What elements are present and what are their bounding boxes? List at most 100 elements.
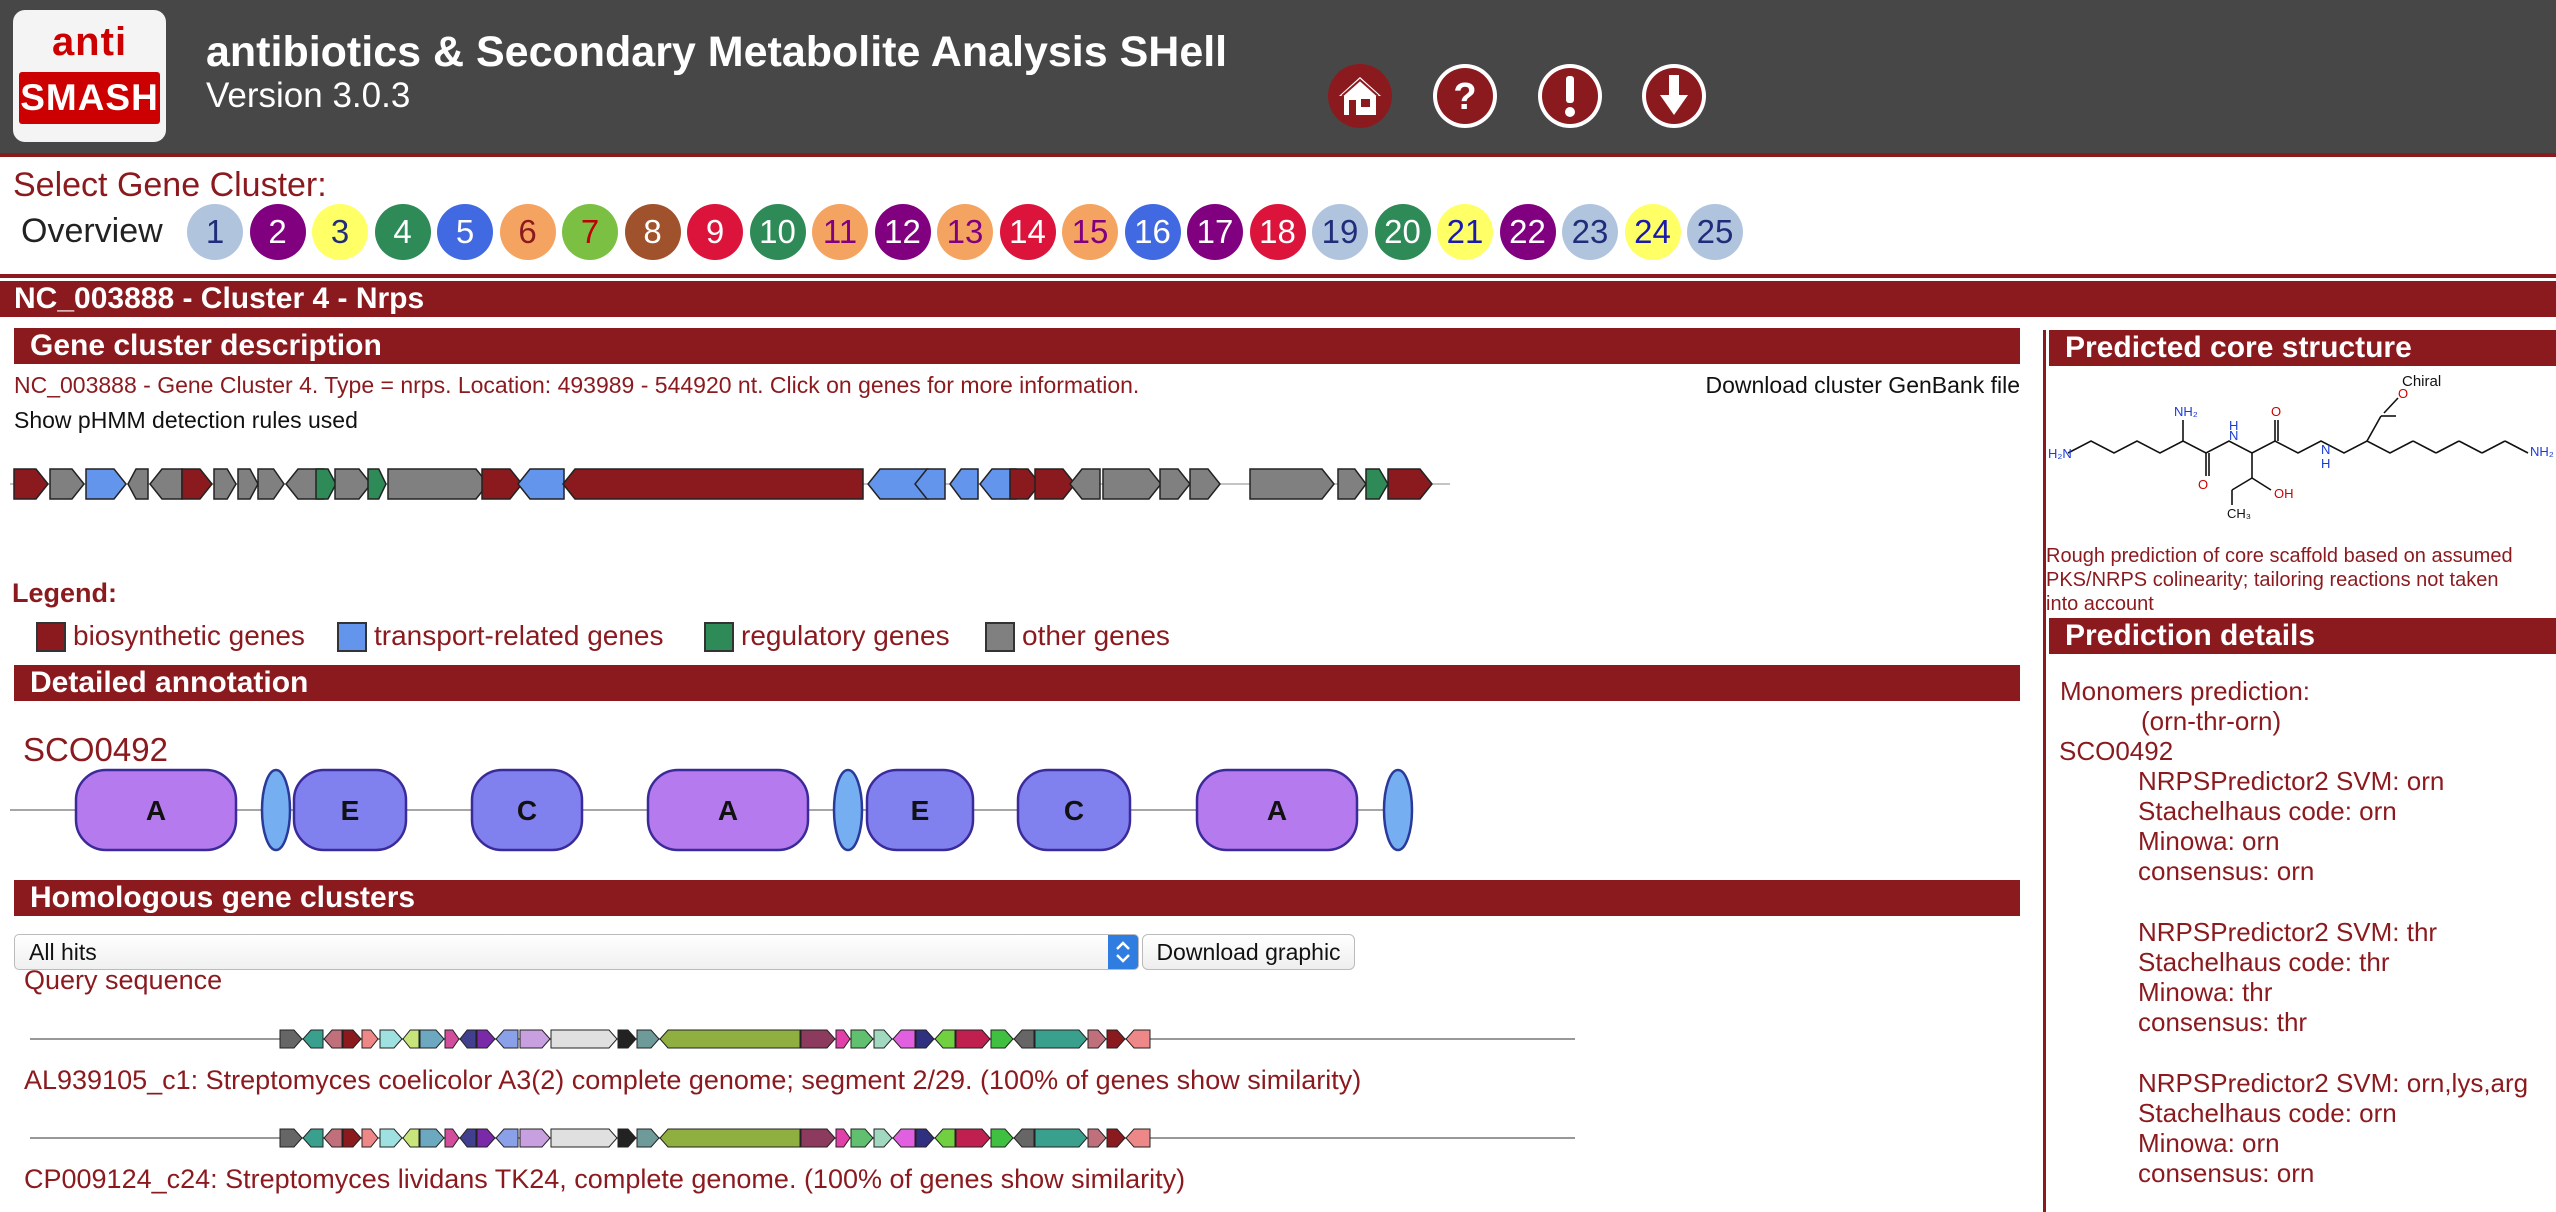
homolog-gene-arrow[interactable] bbox=[835, 1128, 851, 1148]
gene-arrow[interactable] bbox=[949, 468, 979, 500]
homolog-gene-arrow[interactable] bbox=[1013, 1029, 1035, 1049]
homolog-gene-arrow[interactable] bbox=[800, 1128, 836, 1148]
gene-arrow[interactable] bbox=[213, 468, 237, 500]
cluster-bubble-12[interactable]: 12 bbox=[874, 204, 931, 260]
homolog-map-hit[interactable] bbox=[30, 1122, 1575, 1154]
overview-link[interactable]: Overview bbox=[21, 212, 163, 251]
pcp-domain[interactable] bbox=[1382, 768, 1414, 852]
gene-arrow[interactable] bbox=[13, 468, 49, 500]
gene-arrow[interactable] bbox=[85, 468, 127, 500]
gene-arrow[interactable] bbox=[367, 468, 387, 500]
cluster-bubble-19[interactable]: 19 bbox=[1312, 204, 1368, 260]
homolog-gene-arrow[interactable] bbox=[915, 1029, 935, 1049]
homolog-gene-arrow[interactable] bbox=[800, 1029, 836, 1049]
homolog-gene-arrow[interactable] bbox=[419, 1029, 445, 1049]
cluster-bubble-13[interactable]: 13 bbox=[937, 204, 993, 260]
cluster-bubble-17[interactable]: 17 bbox=[1187, 204, 1243, 260]
gene-arrow[interactable] bbox=[1249, 468, 1335, 500]
homolog-gene-arrow[interactable] bbox=[302, 1029, 324, 1049]
download-icon[interactable] bbox=[1641, 63, 1707, 129]
gene-arrow[interactable] bbox=[1034, 468, 1076, 500]
homolog-gene-arrow[interactable] bbox=[342, 1029, 362, 1049]
homolog-gene-arrow[interactable] bbox=[636, 1029, 660, 1049]
cluster-bubble-24[interactable]: 24 bbox=[1624, 204, 1681, 260]
cluster-bubble-5[interactable]: 5 bbox=[437, 204, 493, 260]
gene-arrow[interactable] bbox=[334, 468, 372, 500]
homolog-gene-arrow[interactable] bbox=[990, 1128, 1014, 1148]
cluster-bubble-21[interactable]: 21 bbox=[1437, 204, 1493, 260]
gene-arrow[interactable] bbox=[387, 468, 489, 500]
cluster-bubble-20[interactable]: 20 bbox=[1374, 204, 1431, 260]
homolog-gene-arrow[interactable] bbox=[934, 1128, 956, 1148]
gene-arrow[interactable] bbox=[1387, 468, 1433, 500]
gene-arrow[interactable] bbox=[237, 468, 259, 500]
homolog-gene-arrow[interactable] bbox=[955, 1128, 991, 1148]
gene-arrow[interactable] bbox=[49, 468, 85, 500]
gene-arrow[interactable] bbox=[1365, 468, 1389, 500]
homolog-gene-arrow[interactable] bbox=[361, 1029, 379, 1049]
homolog-gene-arrow[interactable] bbox=[873, 1029, 893, 1049]
homolog-gene-arrow[interactable] bbox=[361, 1128, 379, 1148]
homolog-gene-arrow[interactable] bbox=[379, 1128, 403, 1148]
homolog-gene-arrow[interactable] bbox=[1087, 1029, 1107, 1049]
gene-arrow[interactable] bbox=[315, 468, 337, 500]
gene-arrow[interactable] bbox=[1102, 468, 1162, 500]
cluster-bubble-11[interactable]: 11 bbox=[812, 204, 868, 260]
home-icon[interactable] bbox=[1327, 63, 1393, 129]
homolog-gene-arrow[interactable] bbox=[459, 1128, 477, 1148]
pcp-domain[interactable] bbox=[260, 768, 292, 852]
homolog-hit-2[interactable]: CP009124_c24: Streptomyces lividans TK24… bbox=[24, 1164, 1185, 1195]
homolog-gene-arrow[interactable] bbox=[302, 1128, 324, 1148]
cluster-bubble-16[interactable]: 16 bbox=[1124, 204, 1181, 260]
homolog-gene-arrow[interactable] bbox=[835, 1029, 851, 1049]
homolog-gene-arrow[interactable] bbox=[495, 1029, 519, 1049]
download-graphic-button[interactable]: Download graphic bbox=[1142, 934, 1355, 970]
homolog-gene-arrow[interactable] bbox=[279, 1029, 303, 1049]
cluster-bubble-22[interactable]: 22 bbox=[1499, 204, 1556, 260]
gene-arrow[interactable] bbox=[181, 468, 213, 500]
gene-arrow[interactable] bbox=[1337, 468, 1367, 500]
gene-arrow[interactable] bbox=[1069, 468, 1101, 500]
cluster-bubble-2[interactable]: 2 bbox=[249, 204, 306, 260]
cluster-bubble-6[interactable]: 6 bbox=[499, 204, 556, 260]
homolog-gene-arrow[interactable] bbox=[323, 1029, 343, 1049]
homolog-gene-arrow[interactable] bbox=[955, 1029, 991, 1049]
homolog-gene-arrow[interactable] bbox=[636, 1128, 660, 1148]
download-genbank-link[interactable]: Download cluster GenBank file bbox=[1706, 372, 2021, 399]
homolog-gene-arrow[interactable] bbox=[495, 1128, 519, 1148]
cluster-bubble-4[interactable]: 4 bbox=[374, 204, 431, 260]
cluster-bubble-25[interactable]: 25 bbox=[1687, 204, 1743, 260]
homolog-gene-arrow[interactable] bbox=[444, 1029, 460, 1049]
homolog-gene-arrow[interactable] bbox=[444, 1128, 460, 1148]
about-icon[interactable] bbox=[1537, 63, 1603, 129]
homolog-gene-arrow[interactable] bbox=[476, 1029, 496, 1049]
homolog-gene-arrow[interactable] bbox=[379, 1029, 403, 1049]
gene-arrow[interactable] bbox=[517, 468, 565, 500]
homolog-gene-arrow[interactable] bbox=[419, 1128, 445, 1148]
homolog-gene-arrow[interactable] bbox=[1013, 1128, 1035, 1148]
homolog-gene-arrow[interactable] bbox=[402, 1029, 420, 1049]
homolog-gene-arrow[interactable] bbox=[550, 1128, 618, 1148]
cluster-bubble-9[interactable]: 9 bbox=[687, 204, 743, 260]
homolog-gene-arrow[interactable] bbox=[990, 1029, 1014, 1049]
homolog-gene-arrow[interactable] bbox=[519, 1029, 551, 1049]
homolog-gene-arrow[interactable] bbox=[1034, 1128, 1088, 1148]
homolog-gene-arrow[interactable] bbox=[1106, 1128, 1126, 1148]
cluster-bubble-10[interactable]: 10 bbox=[749, 204, 806, 260]
gene-arrow[interactable] bbox=[562, 468, 864, 500]
gene-arrow[interactable] bbox=[1189, 468, 1221, 500]
help-icon[interactable]: ? bbox=[1432, 63, 1498, 129]
homolog-gene-arrow[interactable] bbox=[659, 1128, 801, 1148]
cluster-bubble-7[interactable]: 7 bbox=[562, 204, 618, 260]
homolog-map-query[interactable] bbox=[30, 1023, 1575, 1055]
cluster-bubble-18[interactable]: 18 bbox=[1249, 204, 1306, 260]
gene-arrow[interactable] bbox=[257, 468, 285, 500]
homolog-gene-arrow[interactable] bbox=[459, 1029, 477, 1049]
homolog-gene-arrow[interactable] bbox=[1087, 1128, 1107, 1148]
homolog-gene-arrow[interactable] bbox=[323, 1128, 343, 1148]
homolog-gene-arrow[interactable] bbox=[1034, 1029, 1088, 1049]
homolog-gene-arrow[interactable] bbox=[617, 1128, 637, 1148]
homolog-gene-arrow[interactable] bbox=[279, 1128, 303, 1148]
homolog-gene-arrow[interactable] bbox=[892, 1128, 916, 1148]
cluster-bubble-3[interactable]: 3 bbox=[312, 204, 368, 260]
